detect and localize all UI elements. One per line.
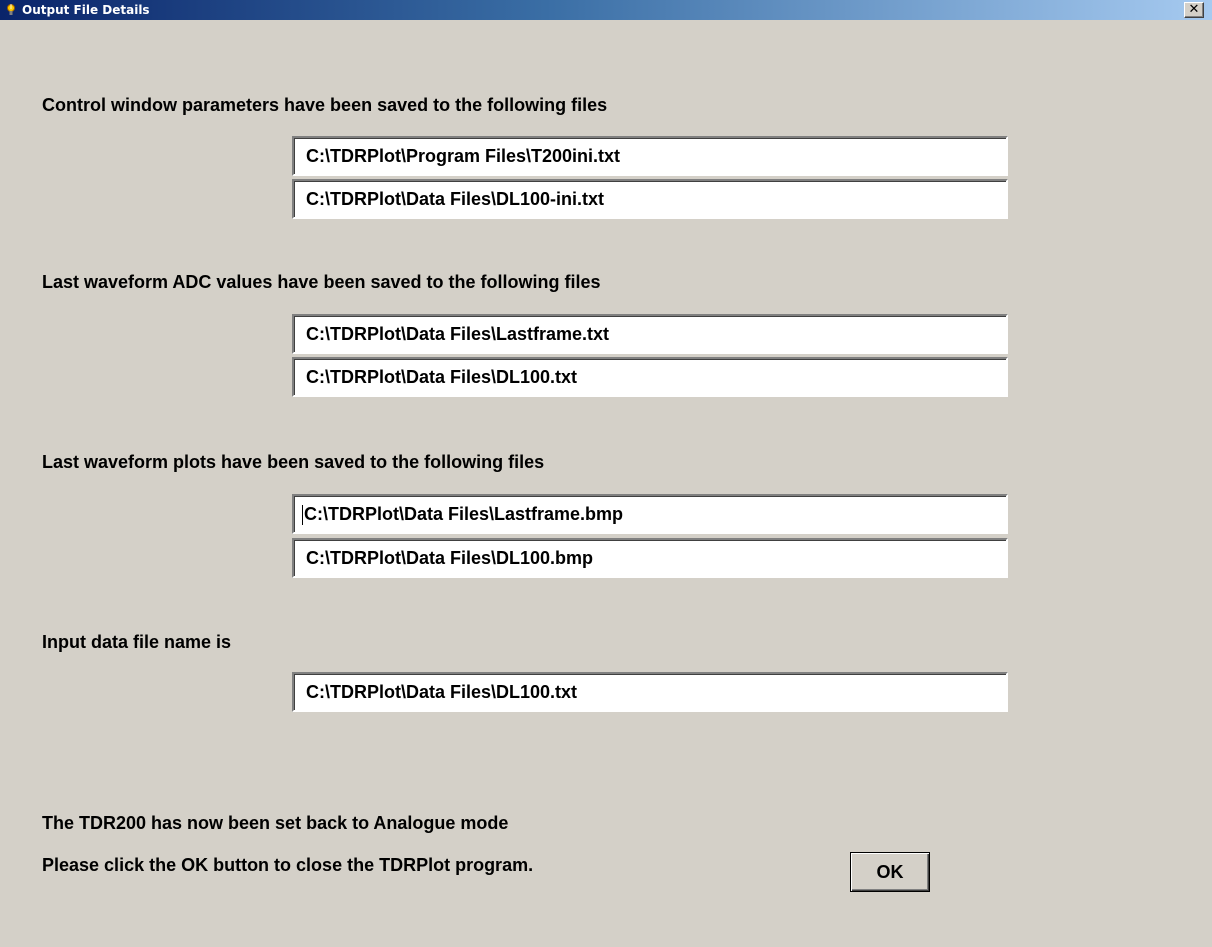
- window-title: Output File Details: [22, 3, 150, 17]
- text-caret: [302, 505, 303, 526]
- adc-values-file-1[interactable]: C:\TDRPlot\Data Files\Lastframe.txt: [292, 314, 1008, 354]
- adc-values-file-2[interactable]: C:\TDRPlot\Data Files\DL100.txt: [292, 357, 1008, 397]
- close-button[interactable]: ✕: [1184, 2, 1204, 18]
- input-file-label: Input data file name is: [42, 632, 232, 652]
- ok-button[interactable]: OK: [850, 852, 930, 892]
- title-bar[interactable]: Output File Details ✕: [0, 0, 1212, 20]
- input-file-field[interactable]: C:\TDRPlot\Data Files\DL100.txt: [292, 672, 1008, 712]
- waveform-plots-file-1-text: C:\TDRPlot\Data Files\Lastframe.bmp: [304, 504, 624, 524]
- status-message: The TDR200 has now been set back to Anal…: [42, 813, 509, 833]
- control-params-file-2[interactable]: C:\TDRPlot\Data Files\DL100-ini.txt: [292, 179, 1008, 219]
- control-params-file-1[interactable]: C:\TDRPlot\Program Files\T200ini.txt: [292, 136, 1008, 176]
- lightbulb-icon: [7, 4, 15, 15]
- waveform-plots-file-2[interactable]: C:\TDRPlot\Data Files\DL100.bmp: [292, 538, 1008, 578]
- waveform-plots-label: Last waveform plots have been saved to t…: [42, 452, 545, 472]
- control-params-label: Control window parameters have been save…: [42, 95, 608, 115]
- waveform-plots-file-1[interactable]: C:\TDRPlot\Data Files\Lastframe.bmp: [292, 494, 1008, 534]
- output-file-details-dialog: Output File Details ✕ Control window par…: [0, 0, 1212, 947]
- adc-values-label: Last waveform ADC values have been saved…: [42, 272, 601, 292]
- instruction-message: Please click the OK button to close the …: [42, 855, 534, 875]
